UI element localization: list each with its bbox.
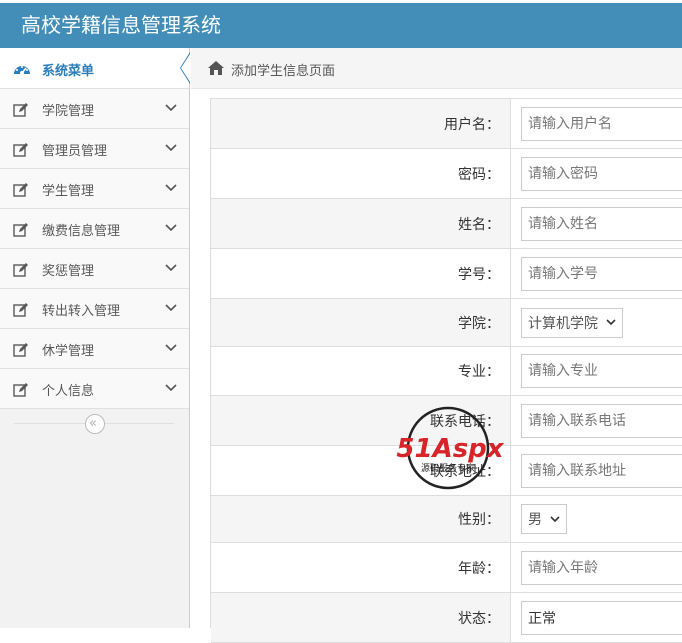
form-label: 密码：	[458, 166, 500, 183]
sidebar-item-payment[interactable]: 缴费信息管理	[0, 209, 189, 249]
status-input[interactable]	[521, 600, 682, 635]
sidebar-item-profile[interactable]: 个人信息	[0, 369, 189, 409]
edit-icon	[13, 183, 28, 197]
student-no-input[interactable]	[521, 256, 682, 291]
sidebar-item-college[interactable]: 学院管理	[0, 89, 189, 129]
sidebar: 系统菜单 学院管理 管理员管理 学生管理 缴费信息管理 奖惩管理 转出转入管理 …	[0, 48, 190, 628]
address-input[interactable]	[521, 453, 682, 488]
form-row-status: 状态：	[211, 593, 682, 643]
form-label: 专业：	[458, 364, 500, 380]
password-input[interactable]	[521, 156, 682, 191]
form-label: 年龄：	[458, 560, 500, 577]
form-label: 状态：	[458, 610, 500, 627]
sidebar-item-label: 转出转入管理	[42, 304, 121, 319]
age-input[interactable]	[521, 550, 682, 585]
double-chevron-left-icon: «	[89, 416, 97, 431]
chevron-down-icon	[165, 184, 177, 192]
edit-icon	[13, 223, 28, 237]
form-row-username: 用户名：	[211, 99, 682, 149]
chevron-down-icon	[165, 304, 177, 312]
form-label-cell: 年龄：	[211, 543, 511, 592]
sidebar-item-label: 缴费信息管理	[42, 224, 121, 239]
edit-icon	[13, 343, 28, 357]
form-label: 联系电话：	[430, 413, 500, 430]
form-label-cell: 专业：	[211, 347, 511, 395]
major-input[interactable]	[521, 354, 682, 388]
sidebar-menu-title: 系统菜单	[42, 64, 95, 79]
form-row-name: 姓名：	[211, 199, 682, 249]
form-label: 联系地址：	[430, 463, 500, 480]
gender-select[interactable]: 男	[521, 504, 567, 534]
form-row-student-no: 学号：	[211, 249, 682, 299]
form-label-cell: 联系电话：	[211, 396, 511, 445]
form-label: 姓名：	[458, 216, 500, 233]
sidebar-item-label: 个人信息	[42, 384, 95, 399]
sidebar-item-label: 休学管理	[42, 344, 95, 359]
app-title: 高校学籍信息管理系统	[21, 13, 221, 37]
sidebar-item-suspension[interactable]: 休学管理	[0, 329, 189, 369]
sidebar-item-student[interactable]: 学生管理	[0, 169, 189, 209]
sidebar-item-reward[interactable]: 奖惩管理	[0, 249, 189, 289]
sidebar-item-label: 学院管理	[42, 104, 95, 119]
form-label-cell: 状态：	[211, 593, 511, 642]
form-label: 学号：	[458, 266, 500, 283]
sidebar-collapse-button[interactable]: «	[85, 414, 105, 434]
dashboard-icon	[14, 66, 30, 75]
chevron-down-icon	[165, 264, 177, 272]
sidebar-item-transfer[interactable]: 转出转入管理	[0, 289, 189, 329]
chevron-down-icon	[165, 224, 177, 232]
chevron-down-icon	[165, 344, 177, 352]
form-label-cell: 学院：	[211, 299, 511, 346]
edit-icon	[13, 303, 28, 317]
form-row-phone: 联系电话：	[211, 396, 682, 446]
chevron-down-icon	[165, 384, 177, 392]
form-row-college: 学院： 计算机学院	[211, 299, 682, 347]
home-icon[interactable]	[207, 60, 225, 76]
sidebar-item-label: 学生管理	[42, 184, 95, 199]
sidebar-item-admin[interactable]: 管理员管理	[0, 129, 189, 169]
chevron-down-icon	[550, 515, 560, 522]
chevron-down-icon	[165, 104, 177, 112]
name-input[interactable]	[521, 206, 682, 241]
college-select-value: 计算机学院	[528, 315, 598, 332]
sidebar-menu-header[interactable]: 系统菜单	[0, 48, 190, 89]
form-label-cell: 学号：	[211, 249, 511, 298]
form-row-age: 年龄：	[211, 543, 682, 593]
app-header: 高校学籍信息管理系统	[0, 0, 682, 48]
edit-icon	[13, 143, 28, 157]
form-row-address: 联系地址：	[211, 446, 682, 496]
form-label-cell: 联系地址：	[211, 446, 511, 495]
edit-icon	[13, 103, 28, 117]
college-select[interactable]: 计算机学院	[521, 307, 623, 338]
chevron-down-icon	[606, 319, 616, 326]
edit-icon	[13, 263, 28, 277]
active-indicator-inner	[181, 54, 190, 82]
form-label: 性别：	[458, 512, 500, 528]
breadcrumb-current: 添加学生信息页面	[231, 64, 336, 79]
form-row-major: 专业：	[211, 347, 682, 396]
form-label-cell: 姓名：	[211, 199, 511, 248]
sidebar-item-label: 奖惩管理	[42, 264, 95, 279]
form-label: 用户名：	[444, 116, 500, 133]
form-label: 学院：	[458, 315, 500, 332]
sidebar-item-label: 管理员管理	[42, 144, 108, 159]
username-input[interactable]	[521, 106, 682, 141]
form-label-cell: 性别：	[211, 496, 511, 542]
gender-select-value: 男	[528, 512, 542, 528]
sidebar-collapse-bar: «	[0, 409, 189, 439]
breadcrumb: 添加学生信息页面	[191, 48, 682, 89]
form-row-password: 密码：	[211, 149, 682, 199]
chevron-down-icon	[165, 144, 177, 152]
add-student-form: 用户名： 密码： 姓名： 学号： 学院： 计算机学院 专业： 联系电话： 联系地…	[210, 98, 682, 643]
form-row-gender: 性别： 男	[211, 496, 682, 543]
form-label-cell: 用户名：	[211, 99, 511, 148]
edit-icon	[13, 383, 28, 397]
phone-input[interactable]	[521, 403, 682, 438]
form-label-cell: 密码：	[211, 149, 511, 198]
